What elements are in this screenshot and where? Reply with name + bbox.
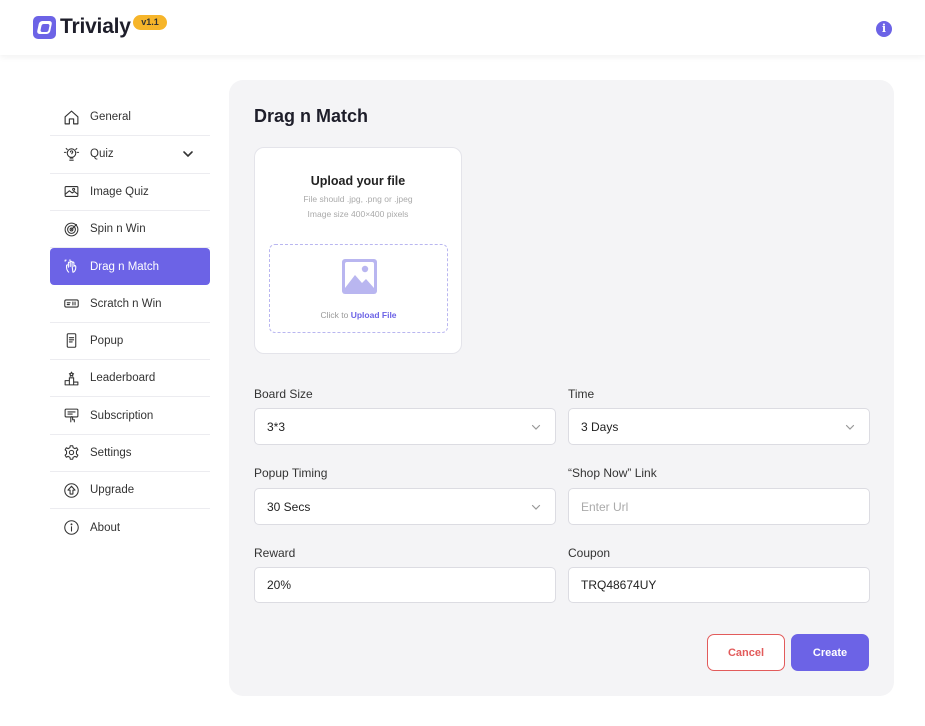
board-size-select[interactable]: 3*3 bbox=[254, 408, 556, 445]
sidebar-item-drag-n-match[interactable]: Drag n Match bbox=[50, 248, 210, 286]
sidebar-item-label: About bbox=[90, 521, 121, 534]
upload-prompt-text: Click to bbox=[320, 310, 349, 320]
shop-now-link-placeholder: Enter Url bbox=[581, 499, 629, 514]
upload-card: Upload your file File should .jpg, .png … bbox=[254, 147, 462, 354]
chevron-down-icon bbox=[531, 504, 541, 510]
time-value: 3 Days bbox=[581, 419, 619, 434]
sidebar-item-label: General bbox=[90, 111, 131, 124]
sidebar-item-label: Settings bbox=[90, 446, 132, 459]
image-icon bbox=[63, 183, 80, 200]
upgrade-icon bbox=[63, 482, 80, 499]
quiz-icon bbox=[63, 146, 80, 163]
chevron-down-icon[interactable] bbox=[182, 148, 194, 160]
sidebar-item-settings[interactable]: Settings bbox=[50, 435, 210, 472]
logo-icon bbox=[33, 15, 56, 39]
app-header: Trivialy v1.1 i bbox=[0, 0, 925, 55]
ticket-icon bbox=[63, 295, 80, 312]
reward-input[interactable]: 20% bbox=[254, 567, 556, 603]
sidebar-item-popup[interactable]: Popup bbox=[50, 323, 210, 361]
popup-icon bbox=[63, 332, 80, 349]
coupon-label: Coupon bbox=[568, 546, 611, 560]
time-label: Time bbox=[568, 387, 595, 401]
sidebar-item-upgrade[interactable]: Upgrade bbox=[50, 472, 210, 510]
reward-value: 20% bbox=[267, 578, 292, 592]
about-icon bbox=[63, 519, 80, 536]
chevron-down-icon bbox=[845, 424, 855, 430]
sidebar-item-label: Upgrade bbox=[90, 484, 135, 497]
sidebar-item-label: Image Quiz bbox=[90, 185, 149, 198]
sidebar-item-image-quiz[interactable]: Image Quiz bbox=[50, 174, 210, 211]
create-button[interactable]: Create bbox=[791, 634, 869, 671]
file-drop-zone[interactable]: Click to Upload File bbox=[269, 244, 448, 333]
sidebar-item-about[interactable]: About bbox=[50, 509, 210, 546]
target-icon bbox=[63, 221, 80, 238]
info-icon[interactable]: i bbox=[876, 21, 892, 37]
image-placeholder-icon bbox=[342, 259, 377, 294]
sidebar-item-label: Drag n Match bbox=[90, 260, 160, 273]
upload-file-type-hint: File should .jpg, .png or .jpeg bbox=[303, 194, 413, 204]
shop-now-link-label: “Shop Now” Link bbox=[568, 466, 657, 480]
shop-now-link-input[interactable]: Enter Url bbox=[568, 488, 870, 525]
sidebar-item-general[interactable]: General bbox=[50, 99, 210, 137]
popup-timing-value: 30 Secs bbox=[267, 499, 311, 514]
sidebar-item-label: Scratch n Win bbox=[90, 297, 162, 310]
sidebar-item-quiz[interactable]: Quiz bbox=[50, 136, 210, 174]
upload-title: Upload your file bbox=[310, 174, 406, 188]
sidebar-item-scratch-n-win[interactable]: Scratch n Win bbox=[50, 285, 210, 323]
sidebar-item-label: Spin n Win bbox=[90, 223, 146, 236]
sidebar-item-leaderboard[interactable]: Leaderboard bbox=[50, 360, 210, 398]
subscription-icon bbox=[63, 407, 80, 424]
sidebar-nav: General Quiz Image Quiz Spin n Win Drag … bbox=[50, 99, 210, 547]
reward-label: Reward bbox=[254, 546, 296, 560]
board-size-label: Board Size bbox=[254, 387, 313, 401]
time-select[interactable]: 3 Days bbox=[568, 408, 870, 445]
sidebar-item-label: Subscription bbox=[90, 409, 154, 422]
home-icon bbox=[63, 109, 80, 126]
popup-timing-select[interactable]: 30 Secs bbox=[254, 488, 556, 525]
podium-icon bbox=[63, 370, 80, 387]
chevron-down-icon bbox=[531, 424, 541, 430]
version-badge: v1.1 bbox=[133, 15, 167, 30]
popup-timing-label: Popup Timing bbox=[254, 466, 328, 480]
upload-file-link[interactable]: Upload File bbox=[351, 310, 397, 320]
hand-icon bbox=[63, 258, 80, 275]
coupon-input[interactable]: TRQ48674UY bbox=[568, 567, 870, 603]
board-size-value: 3*3 bbox=[267, 419, 286, 434]
sidebar-item-spin-n-win[interactable]: Spin n Win bbox=[50, 211, 210, 249]
sidebar-item-label: Leaderboard bbox=[90, 372, 156, 385]
cancel-button[interactable]: Cancel bbox=[707, 634, 785, 671]
sidebar-item-subscription[interactable]: Subscription bbox=[50, 397, 210, 435]
brand-name: Trivialy bbox=[60, 15, 131, 38]
coupon-value: TRQ48674UY bbox=[581, 578, 657, 592]
upload-image-size-hint: Image size 400×400 pixels bbox=[307, 209, 409, 219]
upload-prompt: Click to Upload File bbox=[270, 310, 447, 320]
sidebar-item-label: Popup bbox=[90, 334, 124, 347]
logo[interactable]: Trivialy bbox=[33, 15, 131, 39]
gear-icon bbox=[63, 444, 80, 461]
main-panel: Drag n Match Upload your file File shoul… bbox=[229, 80, 894, 696]
sidebar-item-label: Quiz bbox=[90, 148, 114, 161]
page-title: Drag n Match bbox=[254, 106, 369, 126]
